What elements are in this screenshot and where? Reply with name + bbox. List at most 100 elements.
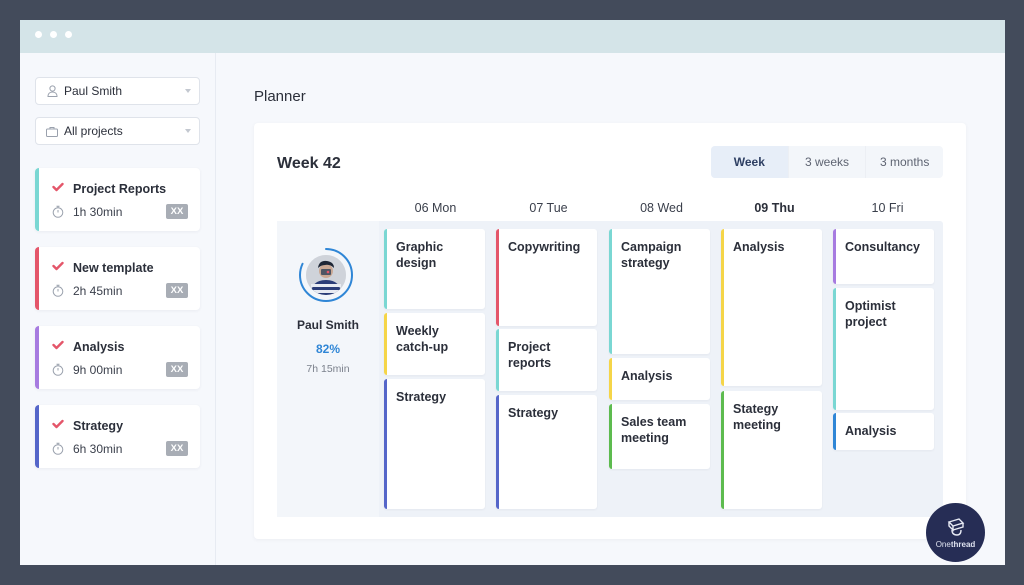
- event-color-bar: [721, 391, 724, 509]
- task-color-bar: [35, 405, 39, 468]
- task-card[interactable]: New template 2h 45min XX: [35, 247, 200, 310]
- event-color-bar: [833, 288, 836, 410]
- onethread-logo-icon: [947, 518, 964, 536]
- event-title: Strategy: [508, 406, 559, 420]
- event-card[interactable]: Analysis: [721, 229, 822, 386]
- view-tab-week[interactable]: Week: [711, 146, 788, 178]
- event-title: Optimist project: [845, 299, 896, 329]
- person-column: Paul Smith 82% 7h 15min: [277, 221, 379, 517]
- brand-name: Onethread: [936, 540, 976, 549]
- task-color-bar: [35, 168, 39, 231]
- task-time: 6h 30min: [73, 442, 123, 456]
- avatar[interactable]: [306, 255, 346, 295]
- event-card[interactable]: Campaign strategy: [609, 229, 710, 354]
- event-color-bar: [496, 395, 499, 509]
- event-title: Analysis: [621, 369, 673, 383]
- event-color-bar: [833, 229, 836, 284]
- brand-prefix: One: [935, 540, 951, 549]
- event-title: Weekly catch-up: [396, 324, 449, 354]
- event-color-bar: [384, 313, 387, 375]
- event-card[interactable]: Consultancy: [833, 229, 934, 284]
- event-title: Campaign strategy: [621, 240, 682, 270]
- view-tab-3-months[interactable]: 3 months: [865, 146, 943, 178]
- event-card[interactable]: Sales team meeting: [609, 404, 710, 469]
- event-card[interactable]: Analysis: [609, 358, 710, 400]
- title-bar: [20, 20, 1005, 53]
- day-header: 09 Thu: [754, 201, 795, 215]
- event-title: Copywriting: [508, 240, 581, 254]
- event-title: Consultancy: [845, 240, 921, 254]
- person-icon: [46, 85, 58, 97]
- day-header: 10 Fri: [871, 201, 904, 215]
- event-color-bar: [496, 229, 499, 326]
- day-header: 08 Wed: [640, 201, 683, 215]
- onethread-logo[interactable]: Onethread: [926, 503, 985, 562]
- stopwatch-icon: [52, 284, 64, 297]
- event-title: Graphic design: [396, 240, 444, 270]
- task-color-bar: [35, 247, 39, 310]
- person-name: Paul Smith: [296, 318, 359, 332]
- event-color-bar: [609, 358, 612, 400]
- event-card[interactable]: Optimist project: [833, 288, 934, 410]
- briefcase-icon: [46, 125, 58, 137]
- task-card[interactable]: Analysis 9h 00min XX: [35, 326, 200, 389]
- event-card[interactable]: Project reports: [496, 329, 597, 391]
- check-icon[interactable]: [52, 419, 64, 429]
- day-header: 07 Tue: [529, 201, 568, 215]
- task-card[interactable]: Strategy 6h 30min XX: [35, 405, 200, 468]
- event-title: Project reports: [508, 340, 552, 370]
- event-color-bar: [609, 229, 612, 354]
- event-color-bar: [609, 404, 612, 469]
- app-window: Paul Smith All projects Project Reports 1…: [20, 20, 1005, 565]
- task-name: Analysis: [73, 340, 125, 354]
- user-select[interactable]: Paul Smith: [35, 77, 200, 105]
- event-card[interactable]: Stategy meeting: [721, 391, 822, 509]
- event-card[interactable]: Graphic design: [384, 229, 485, 309]
- planner-card: Week 42 Week 3 weeks 3 months 06 Mon 07 Tue…: [254, 123, 966, 539]
- event-title: Analysis: [733, 240, 785, 254]
- window-dot[interactable]: [35, 31, 42, 38]
- event-title: Sales team meeting: [621, 415, 687, 445]
- task-card[interactable]: Project Reports 1h 30min XX: [35, 168, 200, 231]
- check-icon[interactable]: [52, 261, 64, 271]
- brand-suffix: thread: [950, 540, 976, 549]
- day-headers: 06 Mon 07 Tue 08 Wed 09 Thu 10 Fri: [379, 201, 944, 215]
- task-time: 9h 00min: [73, 363, 123, 377]
- task-tag[interactable]: XX: [166, 204, 188, 219]
- stopwatch-icon: [52, 363, 64, 376]
- event-card[interactable]: Copywriting: [496, 229, 597, 326]
- task-name: Project Reports: [73, 182, 167, 196]
- day-header: 06 Mon: [414, 201, 457, 215]
- task-time: 1h 30min: [73, 205, 123, 219]
- event-title: Analysis: [845, 424, 897, 438]
- event-color-bar: [833, 413, 836, 450]
- event-card[interactable]: Strategy: [496, 395, 597, 509]
- event-card[interactable]: Strategy: [384, 379, 485, 509]
- event-card[interactable]: Analysis: [833, 413, 934, 450]
- check-icon[interactable]: [52, 182, 64, 192]
- chevron-down-icon: [185, 89, 191, 93]
- task-tag[interactable]: XX: [166, 283, 188, 298]
- check-icon[interactable]: [52, 340, 64, 350]
- event-color-bar: [384, 229, 387, 309]
- user-select-value: Paul Smith: [64, 84, 123, 98]
- stopwatch-icon: [52, 442, 64, 455]
- page-title: Planner: [254, 88, 306, 105]
- event-color-bar: [496, 329, 499, 391]
- project-select-value: All projects: [64, 124, 123, 138]
- main-content: Planner Week 42 Week 3 weeks 3 months 06 M…: [217, 53, 1005, 565]
- person-hours: 7h 15min: [306, 363, 350, 375]
- window-dot[interactable]: [65, 31, 72, 38]
- task-tag[interactable]: XX: [166, 441, 188, 456]
- week-title: Week 42: [277, 155, 341, 172]
- project-select[interactable]: All projects: [35, 117, 200, 145]
- window-dot[interactable]: [50, 31, 57, 38]
- stopwatch-icon: [52, 205, 64, 218]
- event-card[interactable]: Weekly catch-up: [384, 313, 485, 375]
- progress-ring: [299, 248, 353, 302]
- chevron-down-icon: [185, 129, 191, 133]
- view-tab-3-weeks[interactable]: 3 weeks: [787, 146, 866, 178]
- task-color-bar: [35, 326, 39, 389]
- sidebar: Paul Smith All projects Project Reports 1…: [20, 53, 216, 565]
- task-tag[interactable]: XX: [166, 362, 188, 377]
